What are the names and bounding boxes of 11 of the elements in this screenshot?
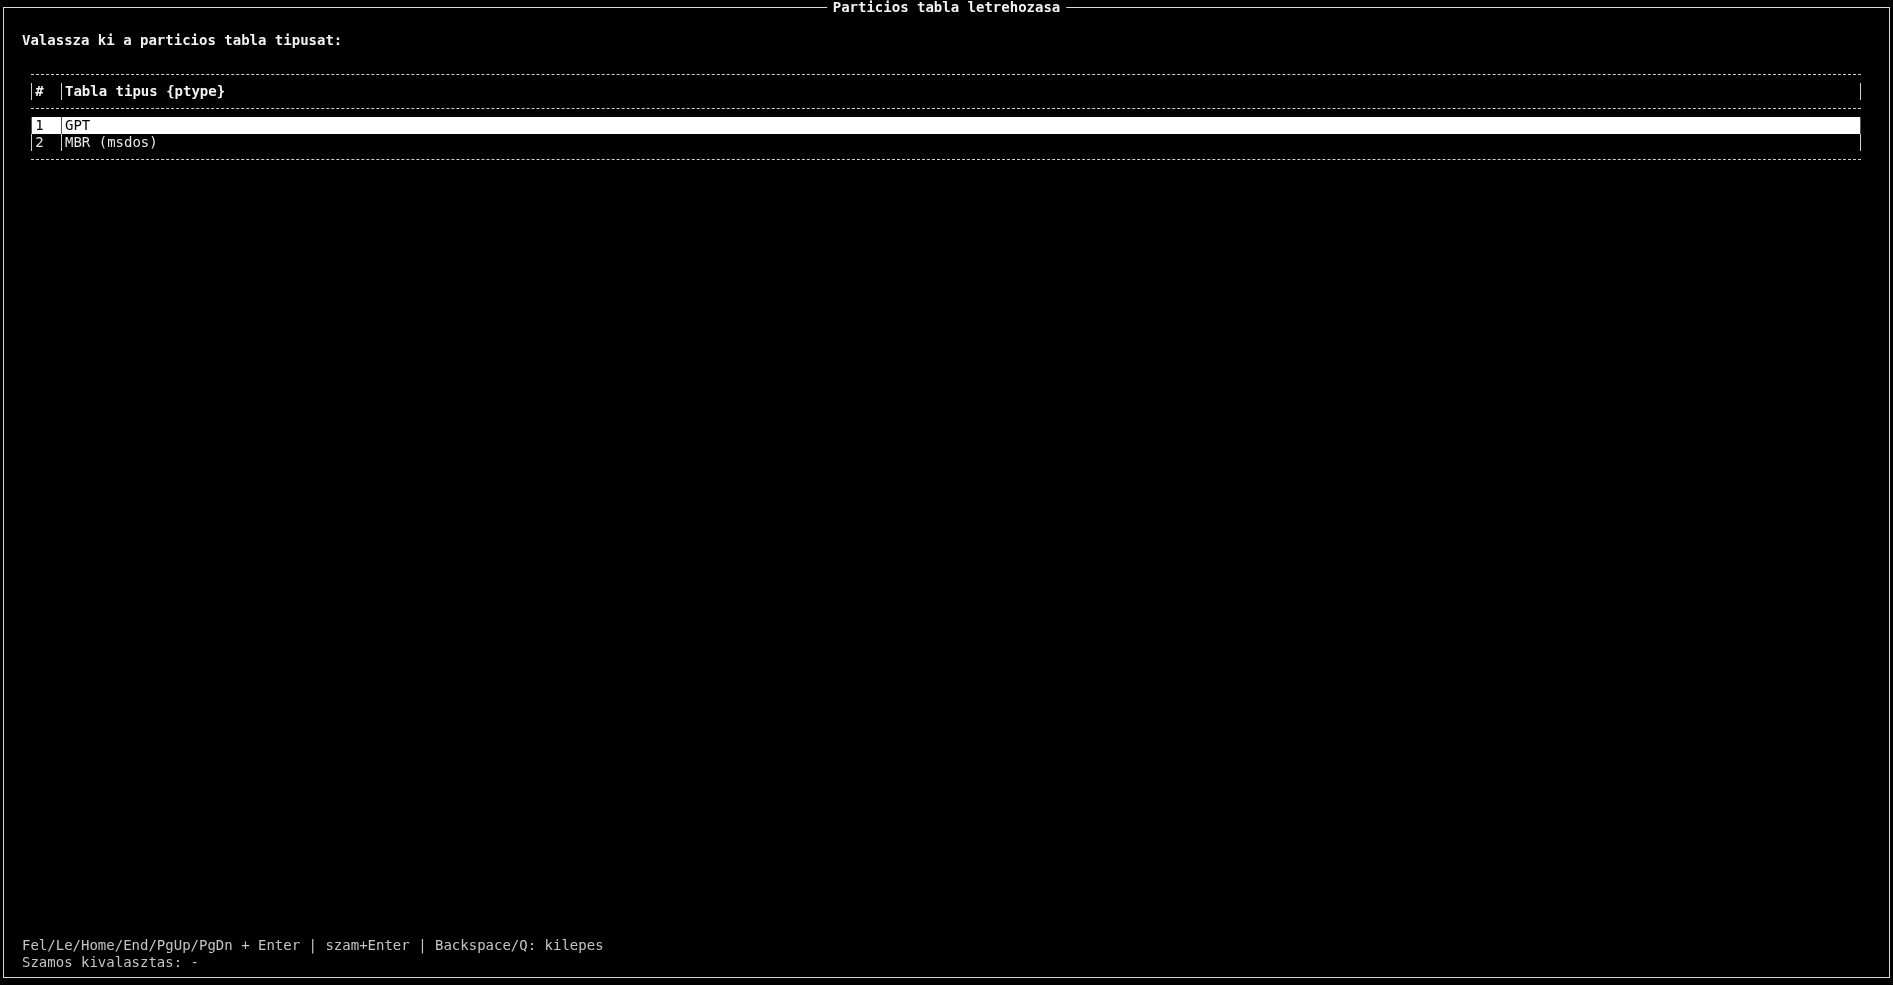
prompt-text: Valassza ki a particios tabla tipusat:	[22, 32, 344, 49]
table-cell: 2	[31, 134, 61, 151]
table-cell: 1	[31, 117, 61, 134]
column-header: Tabla tipus {ptype}	[60, 83, 1861, 100]
table-row[interactable]: 2 MBR (msdos)	[31, 134, 1861, 151]
table-row[interactable]: 1 GPT	[31, 117, 1861, 134]
table-cell: MBR (msdos)	[60, 134, 1861, 151]
column-header: #	[31, 83, 61, 100]
table-cell: GPT	[60, 117, 1861, 134]
help-text: Fel/Le/Home/End/PgUp/PgDn + Enter | szam+Enter | Backspace/Q: kilepes	[22, 937, 605, 954]
status-text: Szamos kivalasztas: -	[22, 954, 200, 971]
